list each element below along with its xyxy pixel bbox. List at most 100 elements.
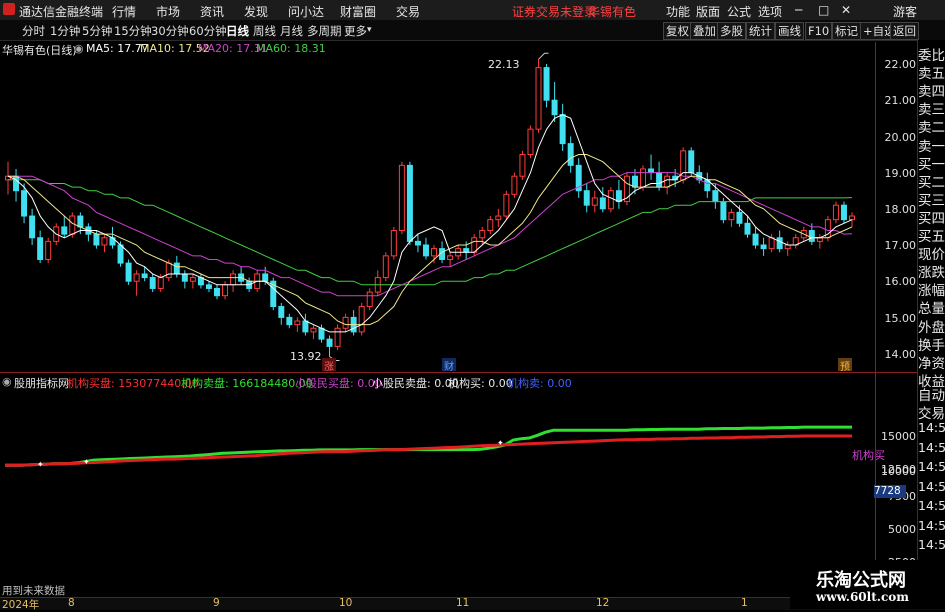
- mark-button[interactable]: 标记: [832, 22, 861, 40]
- quote-row-label: 委比: [918, 48, 945, 62]
- quote-row-label: 买二: [918, 174, 945, 189]
- maximize-icon[interactable]: □: [818, 3, 829, 17]
- fuquan-button[interactable]: 复权: [663, 22, 692, 40]
- candle-body: [117, 244, 124, 264]
- candle-body: [511, 175, 518, 195]
- candle-body: [189, 277, 196, 282]
- tick-time: 14:56: [918, 478, 945, 494]
- candle-body: [13, 175, 20, 192]
- candle-body: [422, 244, 429, 257]
- candle-body: [535, 67, 542, 130]
- ma10-line: [8, 154, 853, 326]
- candle-body: [816, 237, 823, 242]
- period-tab-more[interactable]: 更多: [344, 23, 367, 39]
- minimize-icon[interactable]: ─: [795, 3, 802, 17]
- marker-yu[interactable]: 预: [838, 358, 852, 373]
- period-tab-monthly[interactable]: 月线: [280, 23, 303, 39]
- guest-label[interactable]: 游客: [893, 3, 917, 20]
- cross-marker-icon: ✦: [83, 457, 90, 466]
- candle-body: [631, 175, 638, 188]
- overlay-button[interactable]: 叠加: [690, 22, 719, 40]
- watermark-name: 乐淘公式网: [816, 570, 906, 591]
- period-tab-5min[interactable]: 5分钟: [82, 23, 112, 39]
- tick-time: 14:56: [918, 517, 945, 533]
- draw-line-button[interactable]: 画线: [775, 22, 804, 40]
- period-tab-fenshi[interactable]: 分时: [22, 23, 45, 39]
- candle-body: [591, 197, 598, 206]
- period-tab-weekly[interactable]: 周线: [253, 23, 276, 39]
- marker-zhang[interactable]: 涨: [322, 358, 336, 373]
- quote-row-label: 买一: [918, 156, 945, 171]
- candle-body: [230, 273, 237, 286]
- candle-body: [479, 230, 486, 239]
- candle-body: [93, 233, 100, 246]
- candle-body: [615, 190, 622, 203]
- indicator-lines-layer: ✦ ✦ ✦: [5, 425, 852, 469]
- cross-marker-icon: ✦: [497, 438, 504, 447]
- quote-row-label: 卖五: [918, 66, 945, 81]
- close-icon[interactable]: ✕: [841, 3, 851, 17]
- candle-body: [712, 190, 719, 203]
- date-label-month: 1: [741, 597, 748, 609]
- menu-item-hangqing[interactable]: 行情: [112, 3, 136, 20]
- candle-body: [503, 193, 510, 217]
- future-data-note: 用到未来数据: [2, 585, 65, 597]
- candle-body: [77, 215, 84, 228]
- multi-stock-button[interactable]: 多股: [717, 22, 746, 40]
- menu-item-xuanxiang[interactable]: 选项: [758, 3, 782, 20]
- candle-body: [688, 150, 695, 174]
- watermark-url: www.60lt.com: [816, 590, 909, 604]
- quote-row-label: 买四: [918, 210, 945, 225]
- period-tab-1min[interactable]: 1分钟: [50, 23, 80, 39]
- candle-body: [165, 262, 172, 279]
- period-tab-60min[interactable]: 60分钟: [189, 23, 227, 39]
- statistics-button[interactable]: 统计: [746, 22, 775, 40]
- candle-body: [640, 168, 647, 188]
- candle-body: [744, 222, 751, 235]
- menu-item-gongneng[interactable]: 功能: [666, 3, 690, 20]
- menu-item-caifuquan[interactable]: 财富圈: [340, 3, 376, 20]
- menu-item-shichang[interactable]: 市场: [156, 3, 180, 20]
- period-tab-daily[interactable]: 日线: [226, 23, 249, 39]
- f10-button[interactable]: F10: [805, 22, 833, 40]
- menu-item-zixun[interactable]: 资讯: [200, 3, 224, 20]
- date-label-month: 9: [213, 597, 220, 609]
- candle-body: [406, 164, 413, 242]
- candle-body: [173, 262, 180, 275]
- date-label-month: 10: [339, 597, 353, 609]
- candle-body: [366, 291, 373, 308]
- period-tab-multi[interactable]: 多周期: [307, 23, 342, 39]
- period-tab-15min[interactable]: 15分钟: [114, 23, 152, 39]
- menu-item-jiaoyi[interactable]: 交易: [396, 3, 420, 20]
- candle-body: [310, 327, 317, 333]
- candle-body: [849, 215, 855, 221]
- candle-body: [728, 211, 735, 221]
- candle-body: [213, 287, 220, 297]
- candle-body: [607, 190, 614, 210]
- candle-body: [447, 255, 454, 260]
- menu-item-gongshi[interactable]: 公式: [727, 3, 751, 20]
- date-label-month: 12: [596, 597, 610, 609]
- quote-row-label: 换手: [918, 337, 945, 352]
- period-tab-30min[interactable]: 30分钟: [151, 23, 189, 39]
- app-logo-icon: [3, 3, 15, 15]
- quote-row-label: 现价: [918, 247, 945, 262]
- candle-body: [664, 175, 671, 188]
- marker-cai[interactable]: 财: [442, 358, 456, 373]
- candlestick-chart[interactable]: [0, 42, 875, 372]
- high-price-annotation: 22.13: [488, 58, 520, 71]
- menu-item-wenxiaoda[interactable]: 问小达: [288, 3, 324, 20]
- back-button[interactable]: 返回: [890, 22, 919, 40]
- chevron-down-icon[interactable]: ▾: [367, 25, 372, 35]
- candle-body: [125, 262, 132, 282]
- pane-separator[interactable]: [0, 372, 917, 373]
- indicator-chart[interactable]: ✦ ✦ ✦: [0, 386, 875, 596]
- candle-body: [431, 248, 438, 257]
- candles-layer: [5, 59, 855, 357]
- login-status[interactable]: 证券交易未登录: [512, 3, 596, 20]
- candle-body: [61, 226, 68, 235]
- app-title: 通达信金融终端: [19, 5, 104, 19]
- menu-item-banmian[interactable]: 版面: [696, 3, 720, 20]
- candle-body: [45, 240, 52, 260]
- menu-item-faxian[interactable]: 发现: [244, 3, 268, 20]
